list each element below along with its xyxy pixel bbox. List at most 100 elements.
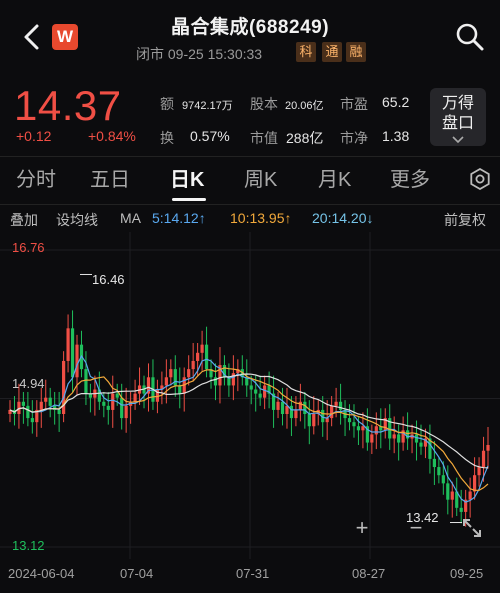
zoom-out-button[interactable]: −	[404, 516, 428, 540]
candle-body	[334, 401, 338, 406]
candle-body	[432, 458, 436, 468]
chevron-down-icon	[452, 136, 464, 144]
period-tabs: 分时 五日 日K 周K 月K 更多	[0, 158, 500, 202]
x-axis-label: 09-25	[450, 566, 484, 581]
stat-value-pe: 65.2	[382, 94, 410, 110]
candle-body	[303, 401, 307, 415]
candle-body	[133, 393, 137, 402]
price-change-pct: +0.84%	[88, 128, 136, 144]
candle-body	[66, 328, 70, 361]
candle-body	[173, 369, 177, 386]
tag-rong: 融	[346, 42, 366, 62]
stat-label-amount: 额	[160, 96, 174, 112]
candle-body	[450, 491, 454, 500]
candle-body	[258, 393, 262, 398]
search-icon[interactable]	[455, 22, 485, 52]
candle-body	[419, 442, 423, 447]
settings-icon[interactable]	[469, 168, 491, 190]
y-axis-mid-label: 14.94	[12, 376, 45, 391]
candle-body	[115, 393, 119, 398]
candle-body	[446, 483, 450, 500]
candle-body	[472, 475, 477, 492]
x-axis-label: 07-04	[120, 566, 154, 581]
candle-body	[30, 418, 34, 423]
candle-body	[392, 434, 396, 439]
tab-intraday[interactable]: 分时	[16, 158, 56, 202]
candle-body	[307, 414, 311, 427]
stat-value-turnover: 0.57%	[190, 128, 230, 144]
candle-body	[276, 401, 280, 410]
candle-body	[21, 401, 26, 406]
x-axis-label: 07-31	[236, 566, 270, 581]
candle-body	[164, 377, 168, 386]
high-marker-label: 16.46	[92, 272, 125, 287]
candle-body	[200, 344, 204, 353]
candle-body	[178, 385, 182, 394]
kline-chart[interactable]: 16.76 14.94 13.12 16.46 13.42 2024-06-04…	[0, 232, 500, 593]
stock-title: 晶合集成(688249)	[170, 17, 330, 38]
candle-body	[459, 507, 463, 512]
overlay-button[interactable]: 叠加	[10, 210, 38, 230]
ma10-value: 10:13.95↑	[230, 210, 292, 226]
candle-body	[263, 385, 267, 398]
market-status: 闭市 09-25 15:30:33	[136, 46, 263, 62]
candle-body	[102, 401, 106, 406]
tab-more[interactable]: 更多	[390, 158, 430, 202]
tab-five-day[interactable]: 五日	[90, 158, 130, 202]
candle-body	[294, 409, 298, 419]
x-axis-label: 08-27	[352, 566, 386, 581]
candle-body	[356, 426, 361, 431]
candle-body	[254, 389, 258, 394]
candle-body	[486, 445, 490, 451]
candle-body	[397, 434, 401, 443]
stat-label-turnover: 换	[160, 130, 174, 146]
candle-body	[289, 405, 294, 419]
tab-monthly-k[interactable]: 月K	[318, 158, 351, 202]
candle-body	[44, 397, 48, 402]
stat-value-pb: 1.38	[382, 128, 410, 144]
price-change: +0.12	[16, 128, 52, 144]
candle-body	[441, 475, 445, 484]
ma-indicator-row: 叠加 设均线 MA 5:14.12↑ 10:13.95↑ 20:14.20↓ 前…	[0, 207, 500, 231]
candle-body	[312, 414, 316, 427]
last-price: 14.37	[14, 82, 122, 129]
candle-body	[481, 450, 486, 468]
candle-body	[106, 405, 110, 410]
candle-body	[280, 401, 285, 415]
candle-body	[191, 360, 195, 370]
candle-body	[57, 409, 61, 415]
candle-body	[196, 352, 200, 361]
candle-body	[120, 397, 124, 419]
candle-body	[70, 328, 75, 378]
adjust-mode[interactable]: 前复权	[444, 210, 486, 230]
wande-quote-button[interactable]: 万得 盘口	[430, 88, 486, 146]
y-axis-top-label: 16.76	[12, 240, 45, 255]
set-ma-button[interactable]: 设均线	[56, 210, 98, 230]
zoom-in-button[interactable]: +	[350, 516, 374, 540]
candle-body	[361, 426, 365, 431]
candle-body	[370, 434, 374, 443]
stat-label-pb: 市净	[340, 130, 368, 146]
candle-body	[124, 405, 128, 419]
candle-body	[75, 344, 79, 378]
candle-body	[249, 385, 253, 390]
tag-tong: 通	[322, 42, 342, 62]
candle-body	[204, 344, 209, 370]
candle-body	[468, 491, 472, 500]
quote-panel: 14.37 +0.12 +0.84% 额 9742.17万 股本 20.06亿 …	[0, 78, 500, 153]
candle-body	[330, 405, 334, 419]
candle-body	[111, 393, 115, 410]
x-axis-label: 2024-06-04	[8, 566, 75, 581]
wande-line2: 盘口	[441, 115, 474, 132]
active-tab-indicator	[172, 198, 206, 201]
candle-body	[347, 418, 352, 423]
ma5-value: 5:14.12↑	[152, 210, 206, 226]
candle-body	[477, 467, 481, 476]
stat-label-pe: 市盈	[340, 96, 368, 112]
stat-label-shares: 股本	[250, 96, 278, 112]
candle-body	[231, 373, 235, 386]
expand-icon[interactable]	[460, 516, 484, 540]
tab-daily-k[interactable]: 日K	[170, 158, 204, 202]
tab-weekly-k[interactable]: 周K	[244, 158, 277, 202]
divider	[0, 204, 500, 205]
